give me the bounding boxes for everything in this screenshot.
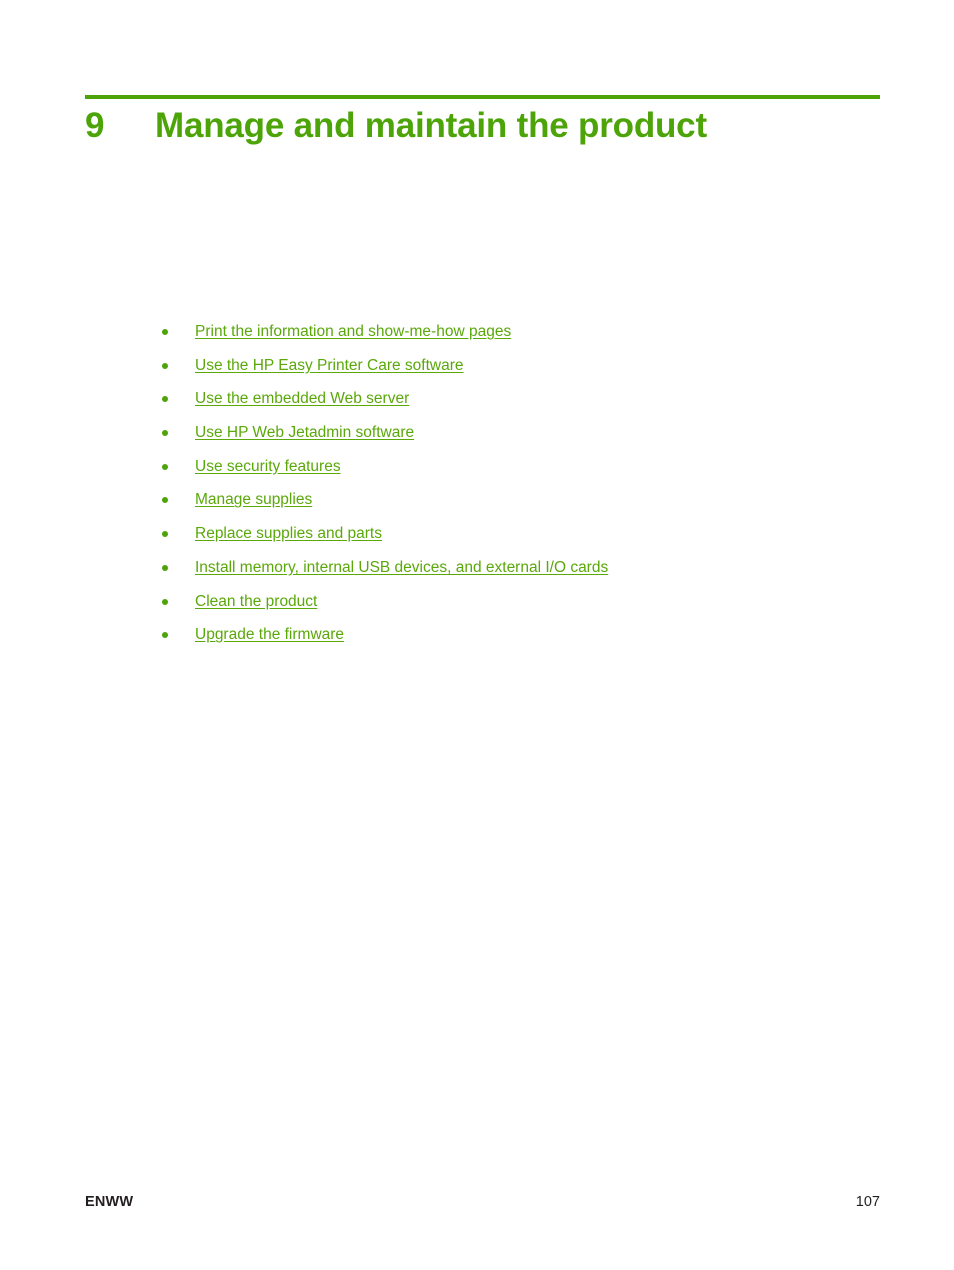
toc-link[interactable]: Manage supplies (195, 490, 312, 510)
list-item: Use HP Web Jetadmin software (0, 423, 954, 457)
toc-link[interactable]: Upgrade the firmware (195, 625, 344, 645)
list-item: Upgrade the firmware (0, 625, 954, 659)
list-item: Install memory, internal USB devices, an… (0, 558, 954, 592)
bullet-dot-icon (162, 598, 168, 605)
bullet-dot-icon (162, 497, 168, 504)
bullet-dot-icon (162, 329, 168, 335)
bullet-dot-icon (162, 396, 168, 403)
bullet-dot-icon (162, 463, 168, 470)
toc-link[interactable]: Use security features (195, 457, 341, 477)
page-footer: ENWW 107 (85, 1192, 880, 1212)
list-item: Manage supplies (0, 490, 954, 524)
footer-locale-code: ENWW (85, 1194, 134, 1210)
list-item: Replace supplies and parts (0, 524, 954, 558)
bullet-dot-icon (162, 362, 168, 369)
chapter-contents-list: Print the information and show-me-how pa… (0, 322, 954, 659)
chapter-header-rule (85, 95, 880, 99)
page-title: 9 Manage and maintain the product (85, 104, 885, 150)
toc-link[interactable]: Clean the product (195, 592, 317, 612)
list-item: Print the information and show-me-how pa… (0, 322, 954, 356)
toc-link[interactable]: Use the embedded Web server (195, 389, 409, 409)
toc-link[interactable]: Install memory, internal USB devices, an… (195, 558, 608, 578)
bullet-dot-icon (162, 531, 168, 538)
document-page: 9 Manage and maintain the product Print t… (0, 0, 954, 1270)
toc-link[interactable]: Replace supplies and parts (195, 524, 382, 544)
bullet-dot-icon (162, 430, 168, 437)
toc-link[interactable]: Use the HP Easy Printer Care software (195, 356, 464, 376)
chapter-number: 9 (85, 106, 105, 145)
list-item: Use security features (0, 457, 954, 491)
list-item: Use the embedded Web server (0, 389, 954, 423)
chapter-title: Manage and maintain the product (155, 106, 707, 145)
list-item: Use the HP Easy Printer Care software (0, 356, 954, 390)
page-number: 107 (855, 1194, 880, 1210)
bullet-dot-icon (162, 564, 168, 571)
list-item: Clean the product (0, 592, 954, 626)
toc-link[interactable]: Print the information and show-me-how pa… (195, 322, 511, 342)
toc-link[interactable]: Use HP Web Jetadmin software (195, 423, 414, 443)
bullet-dot-icon (162, 632, 168, 639)
